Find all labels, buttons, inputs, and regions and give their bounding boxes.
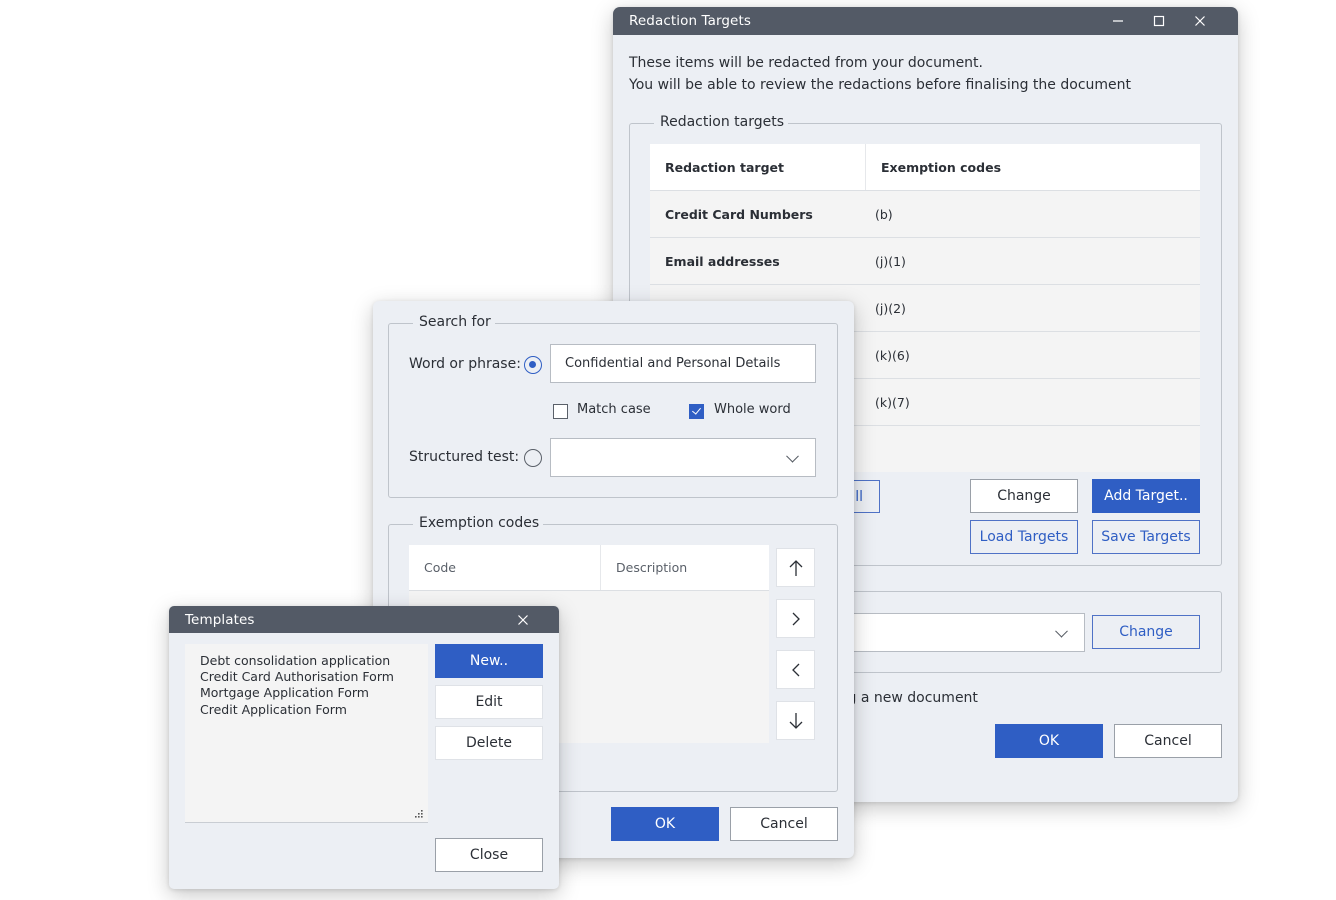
column-header-description[interactable]: Description (600, 545, 769, 590)
table-row[interactable]: Email addresses (j)(1) (650, 238, 1200, 285)
column-header-exemption-codes[interactable]: Exemption codes (865, 144, 1200, 190)
list-item[interactable]: Credit Card Authorisation Form (200, 669, 394, 685)
templates-dialog: Templates Debt consolidation application… (169, 606, 559, 889)
cell-codes: (k)(6) (875, 347, 910, 363)
chevron-down-icon (1055, 624, 1068, 638)
list-item[interactable]: Credit Application Form (200, 702, 394, 718)
ok-button[interactable]: OK (995, 724, 1103, 758)
cell-target: Email addresses (665, 253, 780, 269)
chevron-left-icon (791, 663, 799, 676)
close-templates-button[interactable]: Close (435, 838, 543, 872)
word-or-phrase-label: Word or phrase: (409, 356, 521, 372)
cell-codes: (j)(1) (875, 253, 906, 269)
close-icon (1195, 16, 1205, 26)
structured-test-radio[interactable] (524, 449, 542, 467)
whole-word-checkbox[interactable] (689, 404, 704, 419)
move-up-button[interactable] (776, 548, 815, 587)
maximize-button[interactable] (1141, 7, 1177, 35)
match-case-checkbox[interactable] (553, 404, 568, 419)
close-icon (518, 614, 528, 625)
table-row[interactable]: Credit Card Numbers (b) (650, 191, 1200, 238)
table-header: Code Description (409, 545, 769, 591)
search-for-group-label: Search for (413, 314, 495, 330)
templates-titlebar[interactable]: Templates (169, 606, 559, 633)
add-target-button[interactable]: Add Target.. (1092, 479, 1200, 513)
minimize-button[interactable] (1100, 7, 1136, 35)
redaction-targets-titlebar[interactable]: Redaction Targets (613, 7, 1238, 35)
dialog-title: Redaction Targets (629, 13, 751, 29)
remove-code-button[interactable] (776, 650, 815, 689)
cell-target: Credit Card Numbers (665, 206, 813, 222)
change-target-button[interactable]: Change (970, 479, 1078, 513)
word-or-phrase-radio[interactable] (524, 356, 542, 374)
match-case-label[interactable]: Match case (577, 402, 651, 417)
template-change-button[interactable]: Change (1092, 615, 1200, 649)
cell-codes: (k)(7) (875, 394, 910, 410)
load-targets-button[interactable]: Load Targets (970, 520, 1078, 554)
intro-text-line1: These items will be redacted from your d… (629, 55, 983, 71)
table-header: Redaction target Exemption codes (650, 144, 1200, 191)
redaction-targets-group-label: Redaction targets (654, 114, 789, 130)
chevron-down-icon (786, 449, 799, 463)
templates-list[interactable]: Debt consolidation application Credit Ca… (185, 644, 428, 823)
arrow-down-icon (789, 712, 802, 729)
whole-word-label[interactable]: Whole word (714, 402, 791, 417)
new-template-button[interactable]: New.. (435, 644, 543, 678)
add-code-button[interactable] (776, 599, 815, 638)
dialog-title: Templates (185, 611, 255, 628)
structured-test-label: Structured test: (409, 449, 520, 465)
chevron-right-icon (792, 612, 800, 625)
delete-template-button[interactable]: Delete (435, 726, 543, 760)
arrow-up-icon (789, 559, 802, 576)
column-header-code[interactable]: Code (409, 545, 600, 590)
move-down-button[interactable] (776, 701, 815, 740)
edit-template-button[interactable]: Edit (435, 685, 543, 719)
column-header-redaction-target[interactable]: Redaction target (650, 144, 865, 190)
list-item[interactable]: Debt consolidation application (200, 653, 394, 669)
ok-button[interactable]: OK (611, 807, 719, 841)
exemption-codes-group-label: Exemption codes (413, 515, 544, 531)
word-or-phrase-input[interactable]: Confidential and Personal Details (550, 344, 816, 383)
cancel-button[interactable]: Cancel (730, 807, 838, 841)
resize-grip-icon[interactable] (415, 810, 423, 818)
cell-codes: (j)(2) (875, 300, 906, 316)
intro-text-line2: You will be able to review the redaction… (629, 77, 1131, 93)
list-item[interactable]: Mortgage Application Form (200, 685, 394, 701)
cell-codes (860, 426, 1200, 473)
cell-codes: (b) (875, 206, 893, 222)
close-button[interactable] (1182, 7, 1218, 35)
minimize-icon (1113, 20, 1123, 22)
cancel-button[interactable]: Cancel (1114, 724, 1222, 758)
maximize-icon (1153, 15, 1165, 27)
structured-test-select[interactable] (550, 438, 816, 477)
save-targets-button[interactable]: Save Targets (1092, 520, 1200, 554)
templates-list-items: Debt consolidation application Credit Ca… (200, 653, 394, 718)
close-button[interactable] (505, 606, 541, 633)
